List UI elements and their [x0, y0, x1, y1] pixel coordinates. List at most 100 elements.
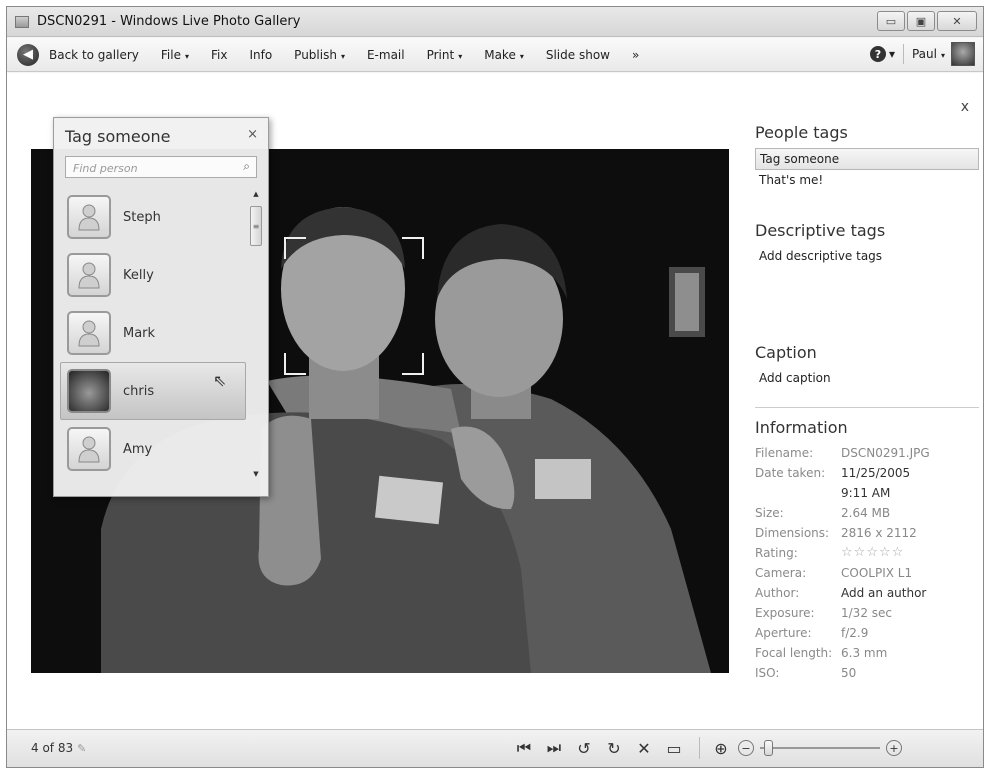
scroll-down-arrow-icon[interactable]: ▼ — [249, 468, 263, 480]
person-name: chris — [123, 383, 155, 399]
star-icon[interactable]: ☆ — [879, 545, 892, 560]
person-placeholder-icon — [67, 427, 111, 471]
face-selection-box[interactable] — [284, 237, 424, 375]
selection-corner-handle[interactable] — [284, 353, 306, 375]
iso-value: 50 — [841, 666, 857, 680]
menu-slide-show[interactable]: Slide show — [546, 48, 610, 62]
chevron-down-icon: ▾ — [458, 51, 463, 61]
time-taken-value[interactable]: 9:11 AM — [841, 483, 890, 503]
descriptive-tags-heading: Descriptive tags — [755, 221, 886, 240]
menu-publish[interactable]: Publish ▾ — [294, 48, 345, 62]
window-title: DSCN0291 - Windows Live Photo Gallery — [37, 14, 301, 29]
person-item-chris[interactable]: chris ⇖ — [60, 362, 246, 420]
window-controls: ▭ ▣ ✕ — [877, 11, 977, 31]
scroll-track[interactable]: ≡ — [249, 200, 263, 468]
help-icon[interactable]: ? — [869, 46, 886, 62]
minimize-button[interactable]: ▭ — [877, 11, 905, 31]
camera-value: COOLPIX L1 — [841, 566, 913, 580]
rotate-right-icon[interactable]: ↻ — [601, 736, 627, 760]
date-taken-value[interactable]: 11/25/2005 — [841, 463, 910, 483]
person-placeholder-icon — [67, 311, 111, 355]
actual-size-icon[interactable]: ⊕ — [708, 736, 734, 760]
tag-someone-link[interactable]: Tag someone — [755, 148, 979, 170]
person-name: Mark — [123, 325, 156, 341]
caption-section: Caption Add caption — [755, 343, 979, 388]
descriptive-tags-section: Descriptive tags Add descriptive tags — [755, 221, 979, 266]
back-to-gallery-label: Back to gallery — [49, 47, 139, 62]
date-taken-label: Date taken: — [755, 466, 826, 480]
exposure-value: 1/32 sec — [841, 606, 892, 620]
thats-me-link[interactable]: That's me! — [755, 170, 979, 190]
star-icon[interactable]: ☆ — [866, 545, 879, 560]
rotate-left-icon[interactable]: ↺ — [571, 736, 597, 760]
person-photo-avatar — [67, 369, 111, 413]
toolbar: ◀ Back to gallery File ▾ Fix Info Publish… — [7, 38, 983, 72]
person-item-amy[interactable]: Amy — [60, 420, 246, 478]
search-icon[interactable]: ⌕ — [243, 159, 250, 174]
person-item-steph[interactable]: Steph — [60, 188, 246, 246]
scroll-up-arrow-icon[interactable]: ▲ — [249, 188, 263, 200]
back-to-gallery-button[interactable]: ◀ Back to gallery — [17, 43, 139, 66]
people-list: Steph Kelly Mark chris ⇖ Amy — [60, 188, 246, 478]
menu-print[interactable]: Print ▾ — [427, 48, 463, 62]
maximize-button[interactable]: ▣ — [907, 11, 935, 31]
star-icon[interactable]: ☆ — [892, 545, 905, 560]
selection-corner-handle[interactable] — [402, 237, 424, 259]
filename-value: DSCN0291.JPG — [841, 446, 930, 460]
caption-heading: Caption — [755, 343, 817, 362]
toolbar-divider — [902, 44, 904, 64]
rating-stars[interactable]: ☆☆☆☆☆ — [841, 543, 904, 563]
viewer-area: Tag someone × ⌕ Steph Kelly — [7, 73, 983, 729]
person-name: Steph — [123, 209, 161, 225]
add-caption-link[interactable]: Add caption — [755, 368, 979, 388]
star-icon[interactable]: ☆ — [841, 545, 854, 560]
chevron-down-icon[interactable]: ▾ — [889, 47, 895, 61]
pencil-icon[interactable]: ✎ — [77, 742, 86, 755]
zoom-in-icon[interactable]: + — [886, 740, 902, 756]
person-item-mark[interactable]: Mark — [60, 304, 246, 362]
close-info-pane-button[interactable]: x — [961, 99, 969, 115]
add-descriptive-tags-link[interactable]: Add descriptive tags — [755, 246, 979, 266]
close-window-button[interactable]: ✕ — [937, 11, 977, 31]
size-label: Size: — [755, 506, 784, 520]
information-heading: Information — [755, 418, 848, 437]
popup-close-button[interactable]: × — [247, 127, 258, 142]
people-list-scrollbar[interactable]: ▲ ≡ ▼ — [249, 188, 263, 480]
people-tags-section: People tags Tag someone That's me! — [755, 123, 979, 190]
rating-label: Rating: — [755, 546, 798, 560]
status-bar: 4 of 83 ✎ ⏮ ⏭ ↺ ↻ ✕ ▭ ⊕ − + — [7, 729, 983, 767]
person-item-kelly[interactable]: Kelly — [60, 246, 246, 304]
menu-fix[interactable]: Fix — [211, 48, 227, 62]
menu-file[interactable]: File ▾ — [161, 48, 189, 62]
chevron-down-icon: ▾ — [184, 51, 189, 61]
next-icon[interactable]: ⏭ — [541, 736, 567, 760]
user-menu[interactable]: Paul ▾ — [912, 47, 945, 61]
zoom-slider-thumb[interactable] — [764, 740, 773, 756]
overflow-menu-button[interactable]: » — [632, 48, 639, 62]
app-icon — [15, 16, 29, 28]
menu-make[interactable]: Make ▾ — [484, 48, 524, 62]
display-icon[interactable]: ▭ — [661, 736, 687, 760]
dimensions-value: 2816 x 2112 — [841, 526, 917, 540]
menu-info[interactable]: Info — [249, 48, 272, 62]
find-person-input[interactable] — [66, 158, 231, 179]
star-icon[interactable]: ☆ — [854, 545, 867, 560]
selection-corner-handle[interactable] — [402, 353, 424, 375]
toolbar-right: ? ▾ Paul ▾ — [869, 42, 975, 66]
scroll-thumb[interactable]: ≡ — [250, 206, 262, 246]
selection-corner-handle[interactable] — [284, 237, 306, 259]
dimensions-label: Dimensions: — [755, 526, 830, 540]
delete-icon[interactable]: ✕ — [631, 736, 657, 760]
user-avatar[interactable] — [951, 42, 975, 66]
zoom-out-icon[interactable]: − — [738, 740, 754, 756]
filename-label: Filename: — [755, 446, 814, 460]
controls-divider — [699, 737, 700, 759]
zoom-slider[interactable] — [760, 740, 880, 756]
photo-count: 4 of 83 ✎ — [31, 741, 86, 755]
add-author-link[interactable]: Add an author — [841, 583, 926, 603]
exposure-label: Exposure: — [755, 606, 815, 620]
mouse-cursor-icon: ⇖ — [213, 371, 227, 390]
previous-icon[interactable]: ⏮ — [511, 736, 537, 760]
find-person-box: ⌕ — [65, 156, 257, 179]
menu-email[interactable]: E-mail — [367, 48, 405, 62]
